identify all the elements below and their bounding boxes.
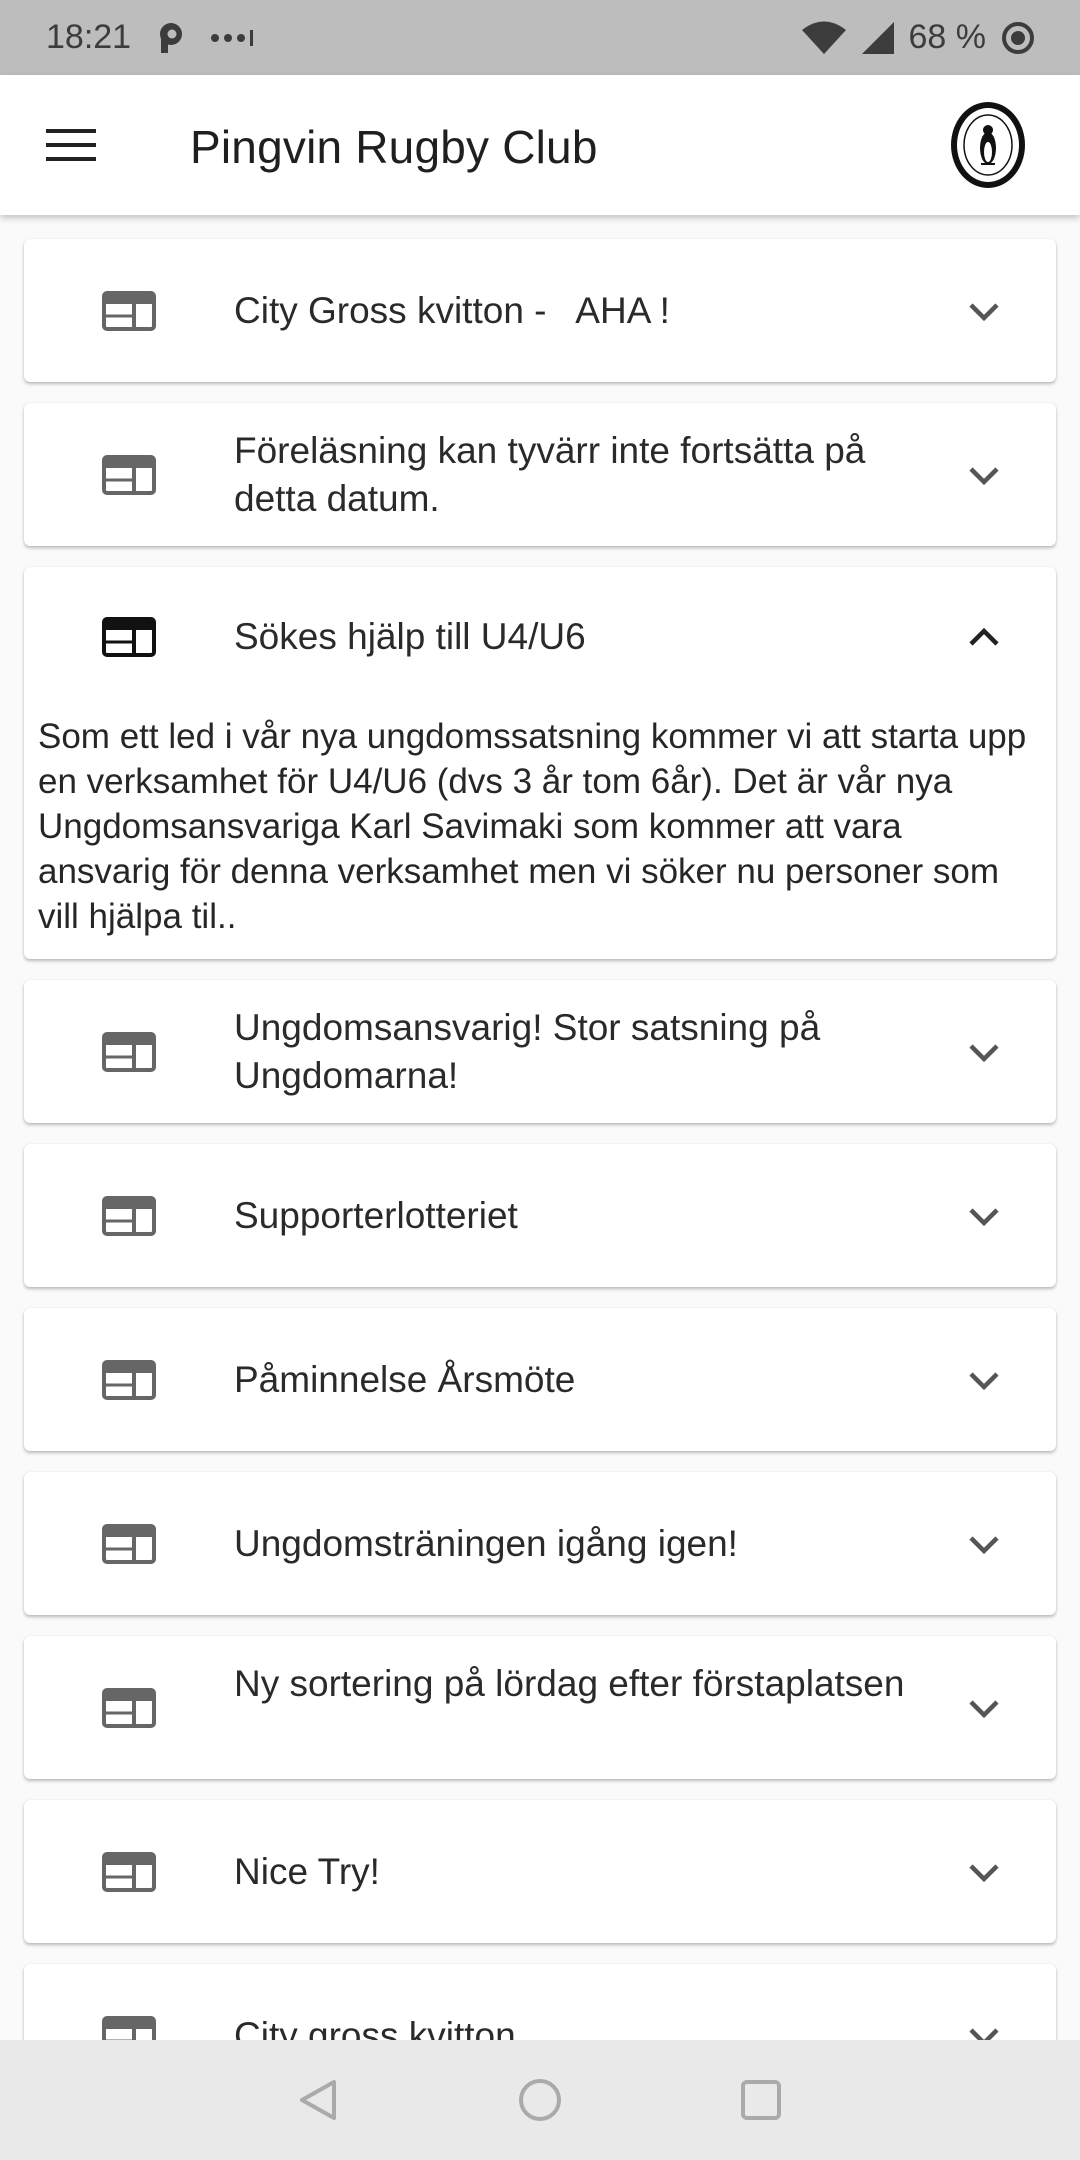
article-icon [102,1195,156,1236]
chevron-down-icon[interactable] [966,1532,1002,1556]
news-title: Ungdomsträningen igång igen! [234,1522,738,1564]
news-card[interactable]: Nice Try! [24,1800,1056,1943]
battery-saver-icon [1002,21,1034,54]
news-card[interactable]: Ungdomsansvarig! Stor satsning på Ungdom… [24,980,1056,1123]
chevron-down-icon[interactable] [966,299,1002,323]
news-card[interactable]: Föreläsning kan tyvärr inte fortsätta på… [24,403,1056,546]
news-card[interactable]: Ny sortering på lördag efter förstaplats… [24,1636,1056,1779]
club-logo[interactable] [948,100,1028,190]
news-title: City Gross kvitton - AHA ! [234,289,670,331]
hamburger-menu-icon[interactable] [46,129,96,161]
status-bar: 18:21 68 % [0,0,1080,75]
home-circle-icon[interactable] [510,2070,570,2130]
article-icon [102,1359,156,1400]
news-card[interactable]: Supporterlotteriet [24,1144,1056,1287]
chevron-down-icon[interactable] [966,1040,1002,1064]
chevron-down-icon[interactable] [966,463,1002,487]
article-icon [102,1851,156,1892]
chevron-up-icon[interactable] [966,625,1002,649]
news-title: Sökes hjälp till U4/U6 [234,616,586,657]
news-title: Ny sortering på lördag efter förstaplats… [234,1662,905,1704]
news-title: Ungdomsansvarig! Stor satsning på Ungdom… [234,1006,831,1096]
article-icon [102,1687,156,1728]
more-dots-icon [211,29,254,46]
news-title: Föreläsning kan tyvärr inte fortsätta på… [234,429,876,519]
news-card[interactable]: City gross kvitton [24,1964,1056,2040]
app-bar: Pingvin Rugby Club [0,75,1080,215]
status-time: 18:21 [46,18,132,56]
recents-square-icon[interactable] [731,2070,791,2130]
news-card[interactable]: Ungdomsträningen igång igen! [24,1472,1056,1615]
p-app-icon [160,22,183,53]
news-card[interactable]: City Gross kvitton - AHA ! [24,239,1056,382]
news-title: Nice Try! [234,1850,380,1892]
back-triangle-icon[interactable] [290,2070,350,2130]
wifi-icon [801,21,846,54]
news-list[interactable]: City Gross kvitton - AHA ! Föreläsning ka… [0,215,1080,2040]
chevron-down-icon[interactable] [966,2024,1002,2041]
navigation-bar [0,2040,1080,2160]
chevron-down-icon[interactable] [966,1860,1002,1884]
article-icon [102,617,156,657]
article-icon [102,1031,156,1072]
news-title: City gross kvitton [234,2014,516,2041]
news-card[interactable]: Sökes hjälp till U4/U6 Som ett led i vår… [24,567,1056,959]
chevron-down-icon[interactable] [966,1696,1002,1720]
news-body: Som ett led i vår nya ungdomssatsning ko… [38,717,1027,936]
news-card[interactable]: Påminnelse Årsmöte [24,1308,1056,1451]
signal-icon [861,21,894,54]
article-icon [102,454,156,495]
news-title: Supporterlotteriet [234,1194,518,1236]
article-icon [102,1523,156,1564]
app-title: Pingvin Rugby Club [190,121,598,173]
chevron-down-icon[interactable] [966,1204,1002,1228]
battery-percentage: 68 % [908,18,987,56]
article-icon [102,290,156,331]
news-title: Påminnelse Årsmöte [234,1358,576,1400]
chevron-down-icon[interactable] [966,1368,1002,1392]
article-icon [102,2015,156,2040]
